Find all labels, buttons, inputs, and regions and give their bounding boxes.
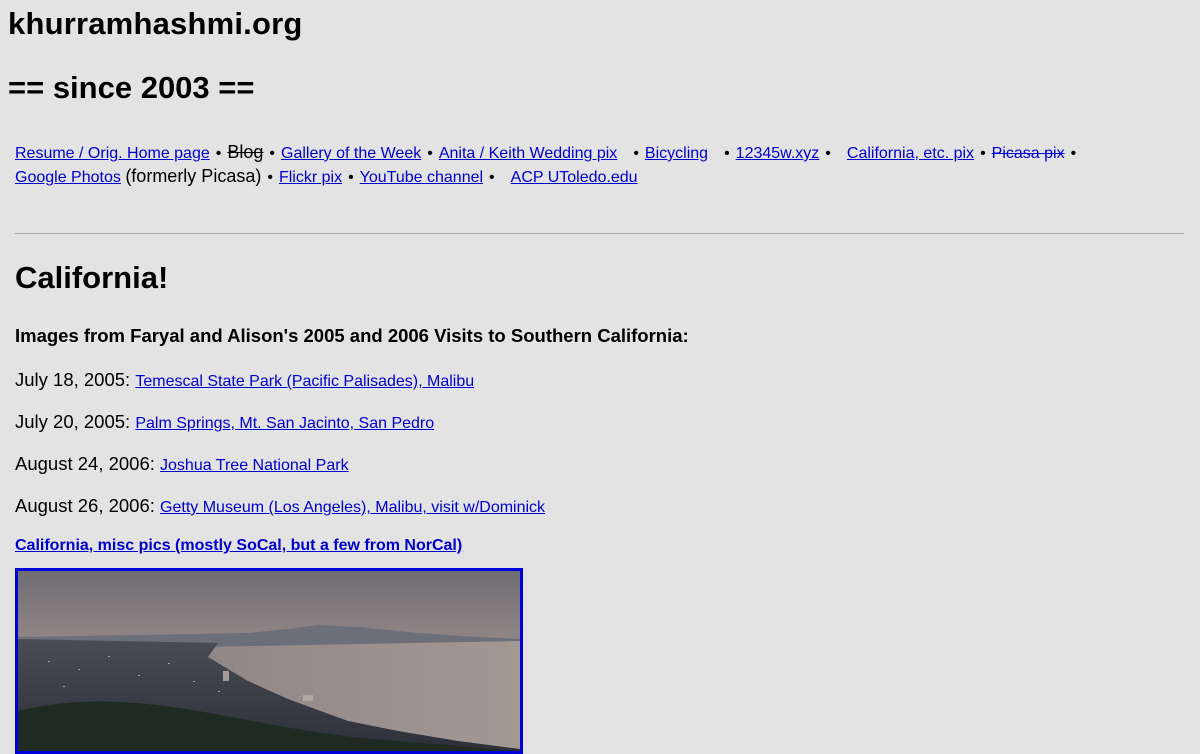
nav-12345w-link[interactable]: 12345w.xyz — [736, 145, 820, 162]
nav-picasa-link[interactable]: Picasa pix — [992, 145, 1065, 162]
nav-separator: • — [489, 169, 495, 186]
nav-separator: • — [267, 169, 273, 186]
visit-link[interactable]: Getty Museum (Los Angeles), Malibu, visi… — [160, 499, 545, 516]
page-heading: California! — [15, 260, 169, 295]
coastline-photo — [18, 571, 520, 751]
visit-date: August 24, 2006: — [15, 453, 155, 474]
since-tagline: == since 2003 == — [8, 70, 255, 105]
nav-separator: • — [724, 145, 730, 162]
nav-california-link[interactable]: California, etc. pix — [847, 145, 974, 162]
california-photo-link[interactable] — [15, 568, 523, 754]
nav-google-photos-link[interactable]: Google Photos — [15, 169, 121, 186]
nav-flickr-link[interactable]: Flickr pix — [279, 169, 342, 186]
visit-link[interactable]: Joshua Tree National Park — [160, 457, 349, 474]
nav-youtube-link[interactable]: YouTube channel — [360, 169, 483, 186]
nav-separator: • — [980, 145, 986, 162]
visit-date: July 18, 2005: — [15, 369, 131, 390]
site-title: khurramhashmi.org — [8, 6, 303, 41]
nav-separator: • — [1070, 145, 1077, 162]
nav-links: Resume / Orig. Home page • Blog • Gallery of… — [15, 141, 1175, 189]
visit-row: August 26, 2006: Getty Museum (Los Angel… — [15, 495, 545, 517]
visit-link[interactable]: Temescal State Park (Pacific Palisades),… — [135, 373, 474, 390]
nav-separator: • — [825, 145, 831, 162]
nav-separator: • — [427, 145, 433, 162]
visit-row: July 20, 2005: Palm Springs, Mt. San Jac… — [15, 411, 434, 433]
visit-row: August 24, 2006: Joshua Tree National Pa… — [15, 453, 349, 475]
nav-separator: • — [215, 145, 222, 162]
nav-bicycling-link[interactable]: Bicycling — [645, 145, 708, 162]
nav-blog-strike: Blog — [227, 142, 264, 162]
visit-link[interactable]: Palm Springs, Mt. San Jacinto, San Pedro — [135, 415, 434, 432]
visit-date: August 26, 2006: — [15, 495, 155, 516]
nav-wedding-link[interactable]: Anita / Keith Wedding pix — [439, 145, 617, 162]
horizontal-rule — [15, 233, 1184, 234]
visit-date: July 20, 2005: — [15, 411, 131, 432]
nav-picasa-note: (formerly Picasa) — [125, 166, 262, 186]
nav-acp-link[interactable]: ACP UToledo.edu — [511, 169, 638, 186]
nav-resume-link[interactable]: Resume / Orig. Home page — [15, 145, 210, 162]
section-subheading: Images from Faryal and Alison's 2005 and… — [15, 325, 689, 346]
nav-separator: • — [633, 145, 639, 162]
nav-gallery-link[interactable]: Gallery of the Week — [281, 145, 421, 162]
misc-pics-link[interactable]: California, misc pics (mostly SoCal, but… — [15, 537, 462, 555]
nav-separator: • — [269, 145, 275, 162]
nav-separator: • — [348, 169, 354, 186]
visit-row: July 18, 2005: Temescal State Park (Paci… — [15, 369, 474, 391]
